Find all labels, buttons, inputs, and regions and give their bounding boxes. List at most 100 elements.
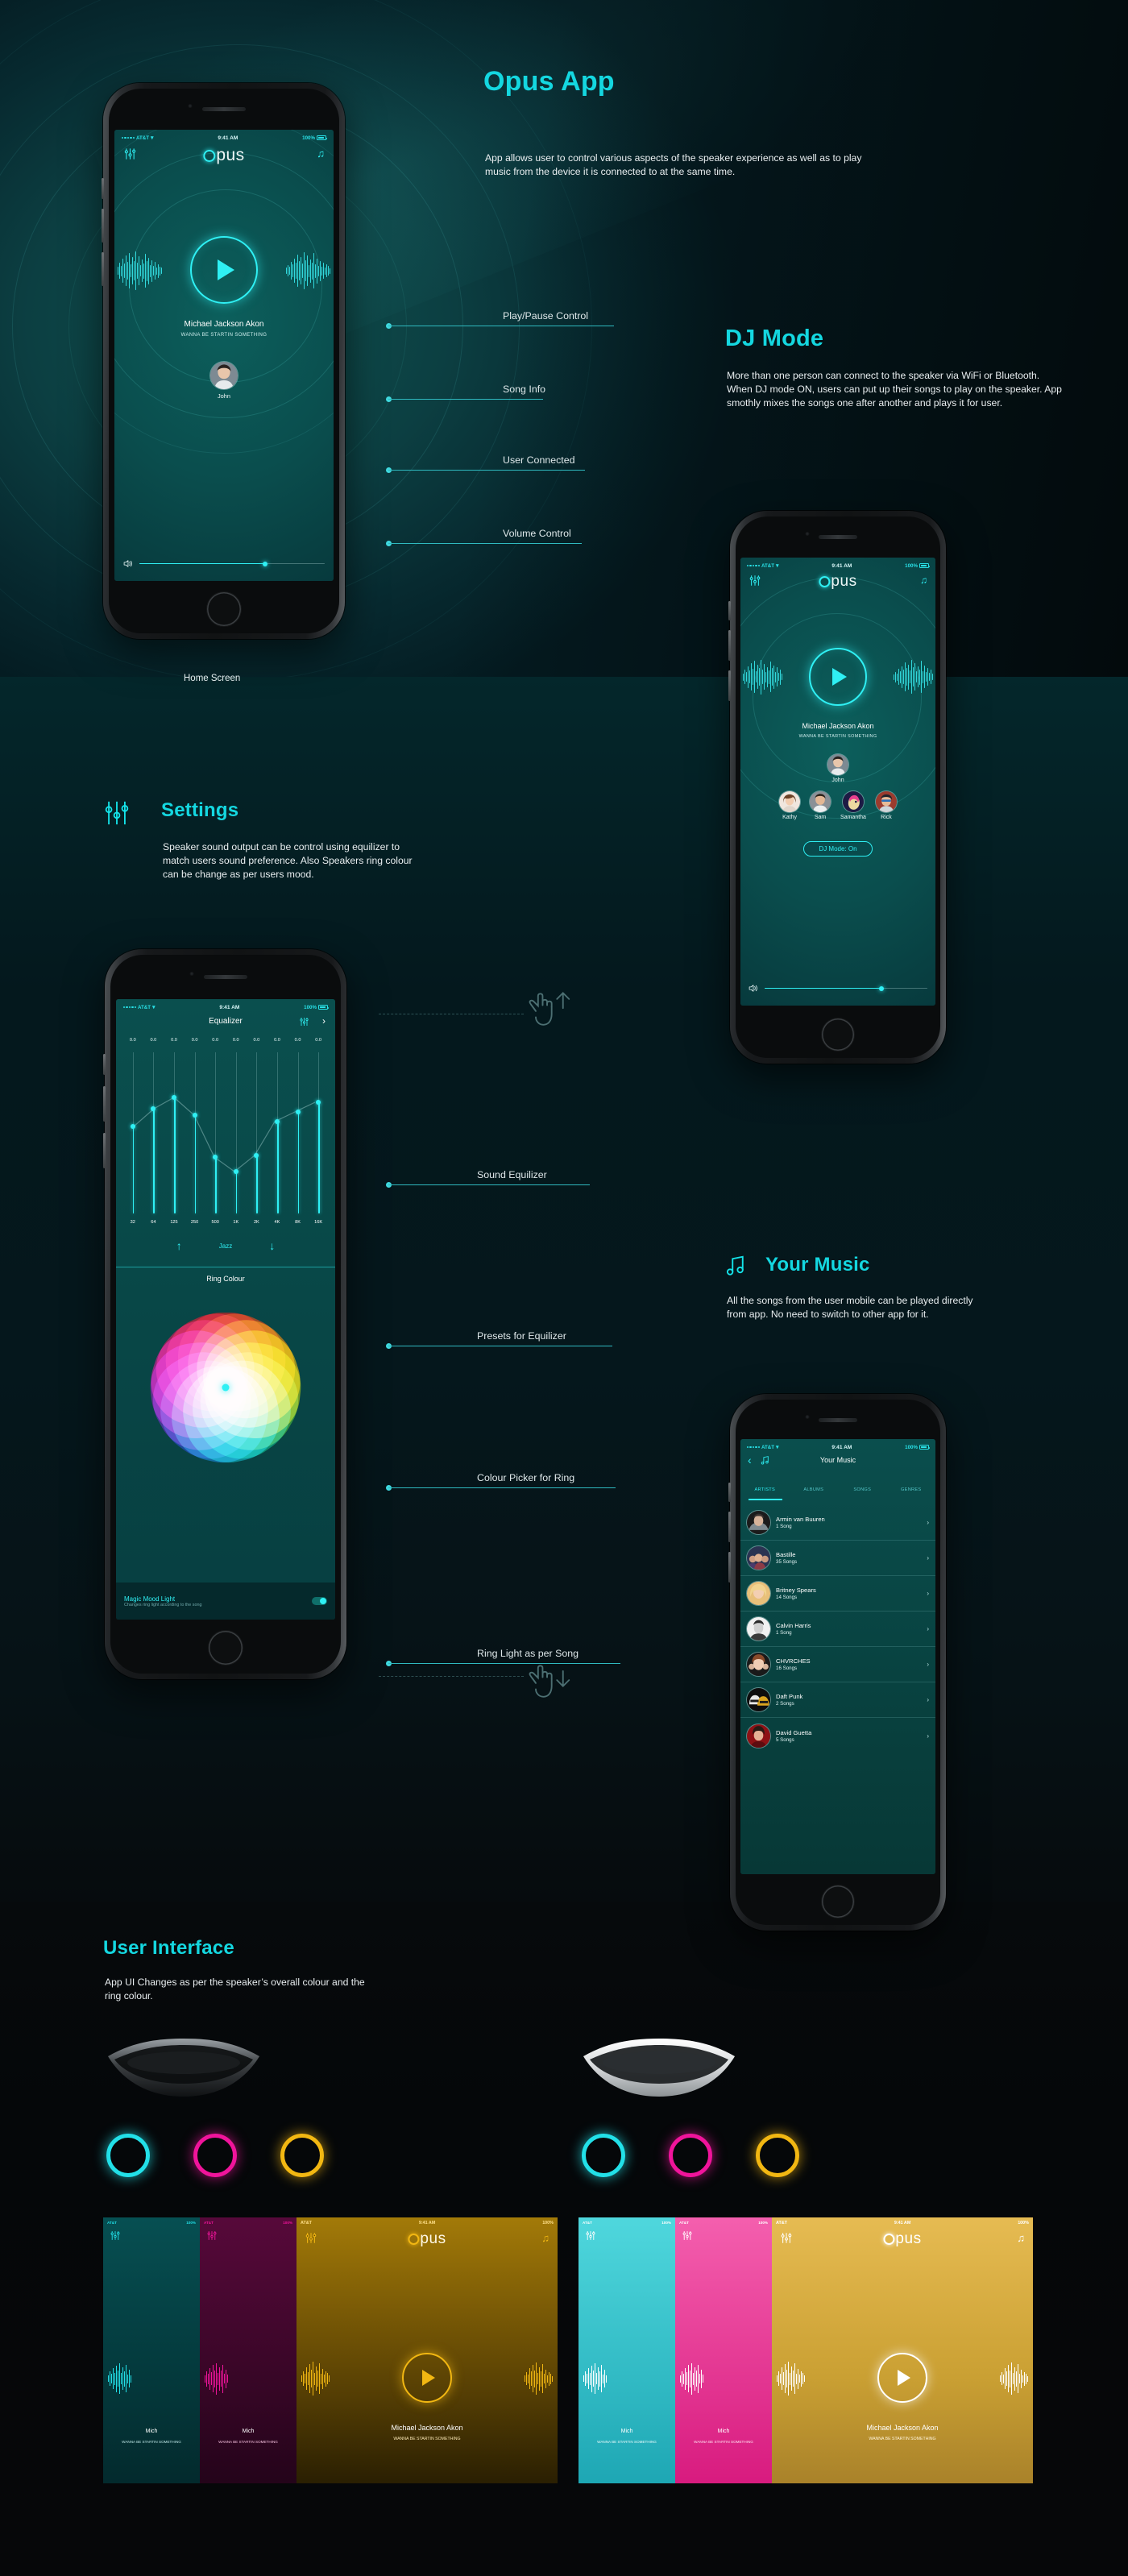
volume-down-button[interactable] [728, 630, 731, 661]
eq-bar[interactable] [215, 1157, 217, 1213]
volume-slider-track[interactable] [139, 561, 325, 566]
avatar-face-icon [842, 791, 864, 812]
chevron-right-icon[interactable]: › [927, 1590, 929, 1597]
volume-slider-knob[interactable] [263, 561, 268, 566]
preset-next-button[interactable]: ↓ [269, 1239, 275, 1252]
volume-slider-knob[interactable] [879, 985, 885, 991]
eq-knob[interactable] [213, 1155, 218, 1159]
list-item[interactable]: Britney Spears 14 Songs › [740, 1576, 935, 1612]
list-item[interactable]: Calvin Harris 1 Song › [740, 1612, 935, 1647]
volume-up-button[interactable] [728, 601, 731, 620]
volume-slider-track[interactable] [765, 985, 927, 991]
colour-picker-handle[interactable] [222, 1383, 230, 1392]
home-button[interactable] [209, 1631, 243, 1665]
tab-songs[interactable]: SONGS [838, 1487, 887, 1492]
equalizer-icon[interactable] [305, 2232, 317, 2244]
volume-down-button[interactable] [728, 1512, 731, 1542]
eq-bar[interactable] [153, 1109, 155, 1213]
wifi-icon: ▾ [152, 1005, 156, 1010]
eq-value: 0.0 [294, 1038, 301, 1043]
waveform [205, 2362, 228, 2395]
artist-avatar [747, 1653, 770, 1676]
list-item[interactable]: CHVRCHES 16 Songs › [740, 1647, 935, 1682]
volume-down-button[interactable] [102, 209, 104, 243]
chevron-right-icon[interactable]: › [927, 1732, 929, 1740]
home-app-screen: AT&T ▾ 9:41 AM 100% ♫ pus Michael Jackso… [114, 130, 334, 581]
mute-switch[interactable] [102, 252, 104, 286]
volume-down-button[interactable] [103, 1086, 106, 1122]
eq-knob[interactable] [172, 1095, 176, 1100]
eq-bar[interactable] [174, 1097, 176, 1213]
tab-artists[interactable]: ARTISTS [740, 1487, 790, 1492]
preset-prev-button[interactable]: ↑ [176, 1239, 182, 1252]
clock-label: 9:41 AM [218, 135, 238, 141]
chevron-right-icon[interactable]: › [927, 1696, 929, 1703]
colour-picker-wheel[interactable] [136, 1300, 315, 1476]
list-item[interactable]: Bastille 35 Songs › [740, 1541, 935, 1576]
volume-control[interactable] [123, 559, 325, 568]
magic-mood-light-toggle[interactable] [312, 1597, 327, 1605]
music-note-icon[interactable]: ♫ [541, 2232, 549, 2244]
chevron-right-icon[interactable]: › [927, 1554, 929, 1562]
equalizer-icon[interactable] [682, 2230, 693, 2241]
eq-knob[interactable] [151, 1106, 156, 1111]
chevron-right-icon[interactable]: › [927, 1519, 929, 1526]
dj-user-sam[interactable]: Sam [810, 791, 831, 820]
eq-band-label: 8K [295, 1220, 301, 1225]
eq-bar[interactable] [194, 1115, 197, 1213]
dj-user-samantha[interactable]: Samantha [840, 791, 866, 820]
equalizer-icon[interactable] [123, 147, 137, 160]
list-item[interactable]: David Guetta 5 Songs › [740, 1718, 935, 1753]
play-pause-button[interactable] [877, 2353, 927, 2403]
eq-knob[interactable] [316, 1100, 321, 1105]
equalizer-icon[interactable] [780, 2232, 793, 2244]
play-pause-button[interactable] [809, 648, 867, 706]
volume-up-button[interactable] [102, 178, 104, 199]
mute-switch[interactable] [728, 1552, 731, 1583]
eq-bar[interactable] [318, 1102, 320, 1213]
music-note-icon[interactable]: ♫ [1017, 2232, 1025, 2244]
equalizer-icon[interactable] [749, 575, 761, 587]
magic-mood-light-row[interactable]: Magic Mood Light Changes ring light acco… [116, 1583, 335, 1620]
eq-bar[interactable] [256, 1155, 258, 1213]
music-note-icon[interactable]: ♫ [317, 147, 325, 160]
home-button[interactable] [822, 1018, 854, 1051]
list-item[interactable]: Armin van Buuren 1 Song › [740, 1505, 935, 1541]
tab-albums[interactable]: ALBUMS [790, 1487, 839, 1492]
ring-sample-cyan-light [582, 2134, 625, 2177]
eq-knob[interactable] [254, 1153, 259, 1158]
volume-up-button[interactable] [103, 1054, 106, 1075]
home-button[interactable] [822, 1885, 854, 1918]
equalizer-icon[interactable] [110, 2230, 121, 2241]
chevron-right-icon[interactable]: › [927, 1661, 929, 1668]
equalizer-sliders[interactable] [122, 1052, 329, 1213]
volume-up-button[interactable] [728, 1483, 731, 1502]
equalizer-icon[interactable] [206, 2230, 218, 2241]
dj-host-user[interactable]: John [827, 754, 848, 783]
eq-knob[interactable] [275, 1119, 280, 1124]
home-button[interactable] [207, 592, 241, 626]
tab-genres[interactable]: GENRES [887, 1487, 936, 1492]
equalizer-icon[interactable] [585, 2230, 596, 2241]
dj-user-rick[interactable]: Rick [875, 791, 897, 820]
dj-mode-toggle[interactable]: DJ Mode: On [803, 841, 873, 857]
eq-bar[interactable] [277, 1122, 279, 1213]
eq-knob[interactable] [295, 1110, 301, 1114]
chevron-right-icon[interactable]: › [322, 1015, 326, 1027]
eq-bar[interactable] [297, 1112, 300, 1213]
eq-knob[interactable] [192, 1113, 197, 1118]
dj-user-kathy[interactable]: Kathy [779, 791, 801, 820]
play-pause-button[interactable] [190, 236, 258, 304]
chevron-right-icon[interactable]: › [927, 1625, 929, 1632]
play-pause-button[interactable] [402, 2353, 452, 2403]
mute-switch[interactable] [728, 670, 731, 701]
list-item[interactable]: Daft Punk 2 Songs › [740, 1682, 935, 1718]
connected-user[interactable]: John [210, 362, 238, 400]
music-note-icon[interactable]: ♫ [920, 575, 927, 586]
equalizer-icon[interactable] [299, 1017, 309, 1027]
volume-control[interactable] [749, 984, 927, 993]
eq-knob[interactable] [130, 1124, 135, 1129]
mute-switch[interactable] [103, 1133, 106, 1168]
eq-knob[interactable] [233, 1169, 238, 1174]
swipe-down-hand-icon [529, 1665, 570, 1698]
